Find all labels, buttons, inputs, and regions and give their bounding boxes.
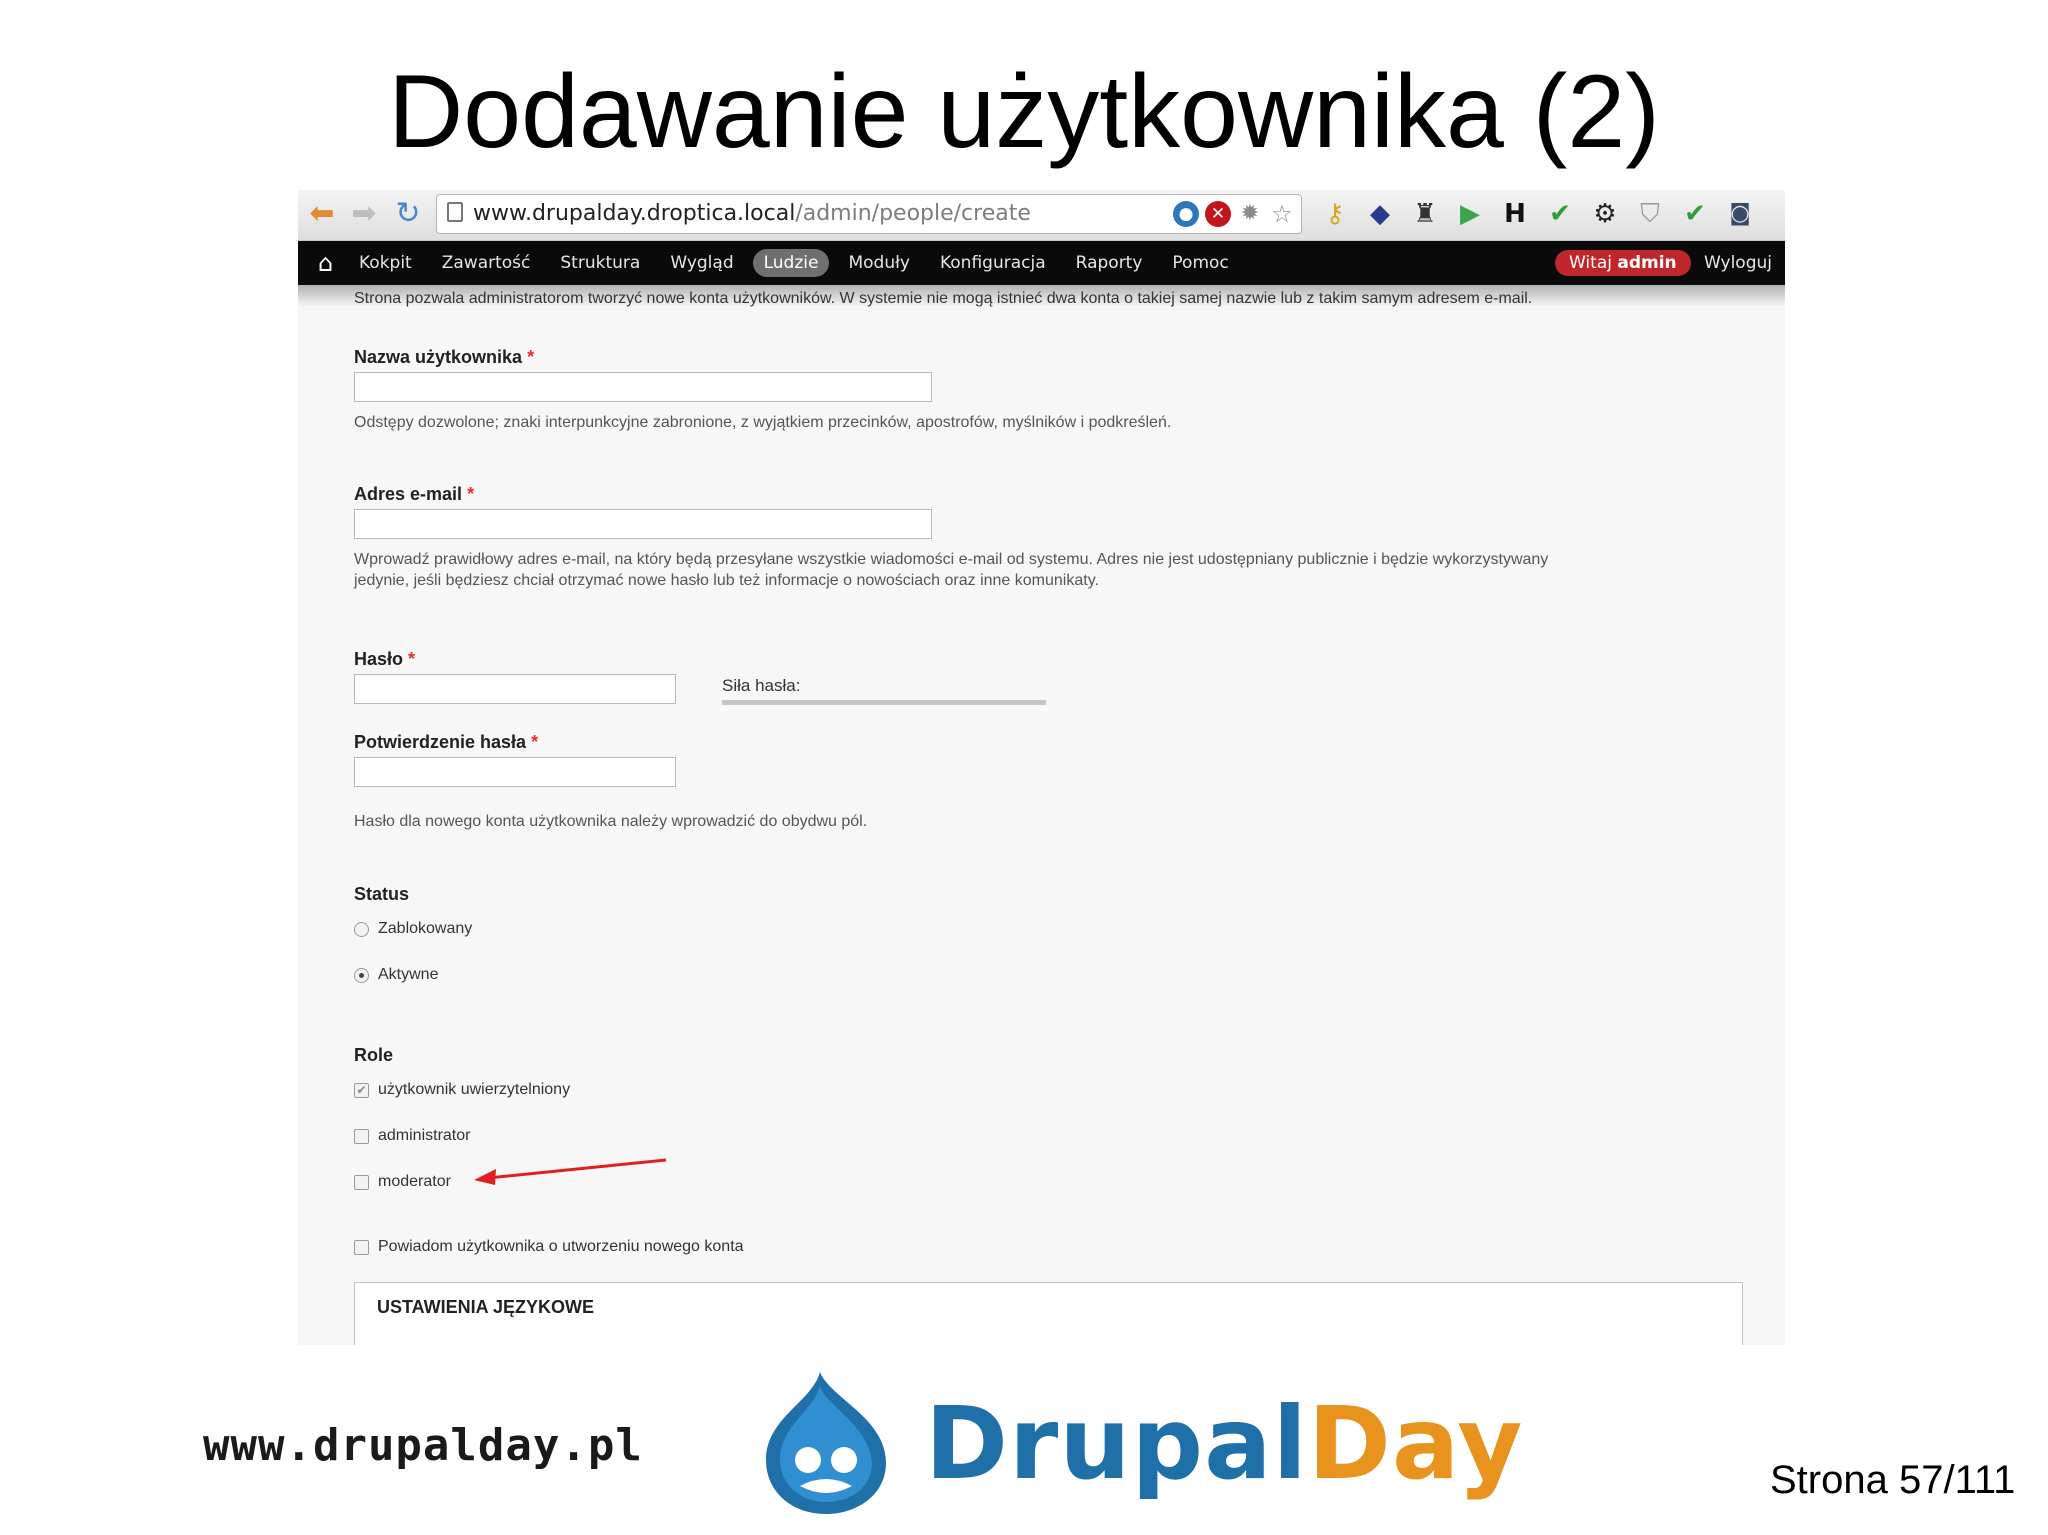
footer-url: www.drupalday.pl (203, 1420, 643, 1471)
brand-day: Day (1307, 1385, 1524, 1502)
drupalday-brand: DrupalDay (925, 1385, 1523, 1502)
drupal-drop-logo (766, 1372, 886, 1514)
drupal-screenshot: ⬅ ➡ ↻ www.drupalday.droptica.local/admin… (298, 190, 1785, 1345)
annotation-arrow (474, 1158, 667, 1185)
brand-drupal: Drupal (925, 1385, 1308, 1502)
page-number: Strona 57/111 (1770, 1458, 2016, 1502)
slide-title: Dodawanie użytkownika (2) (388, 54, 1660, 170)
